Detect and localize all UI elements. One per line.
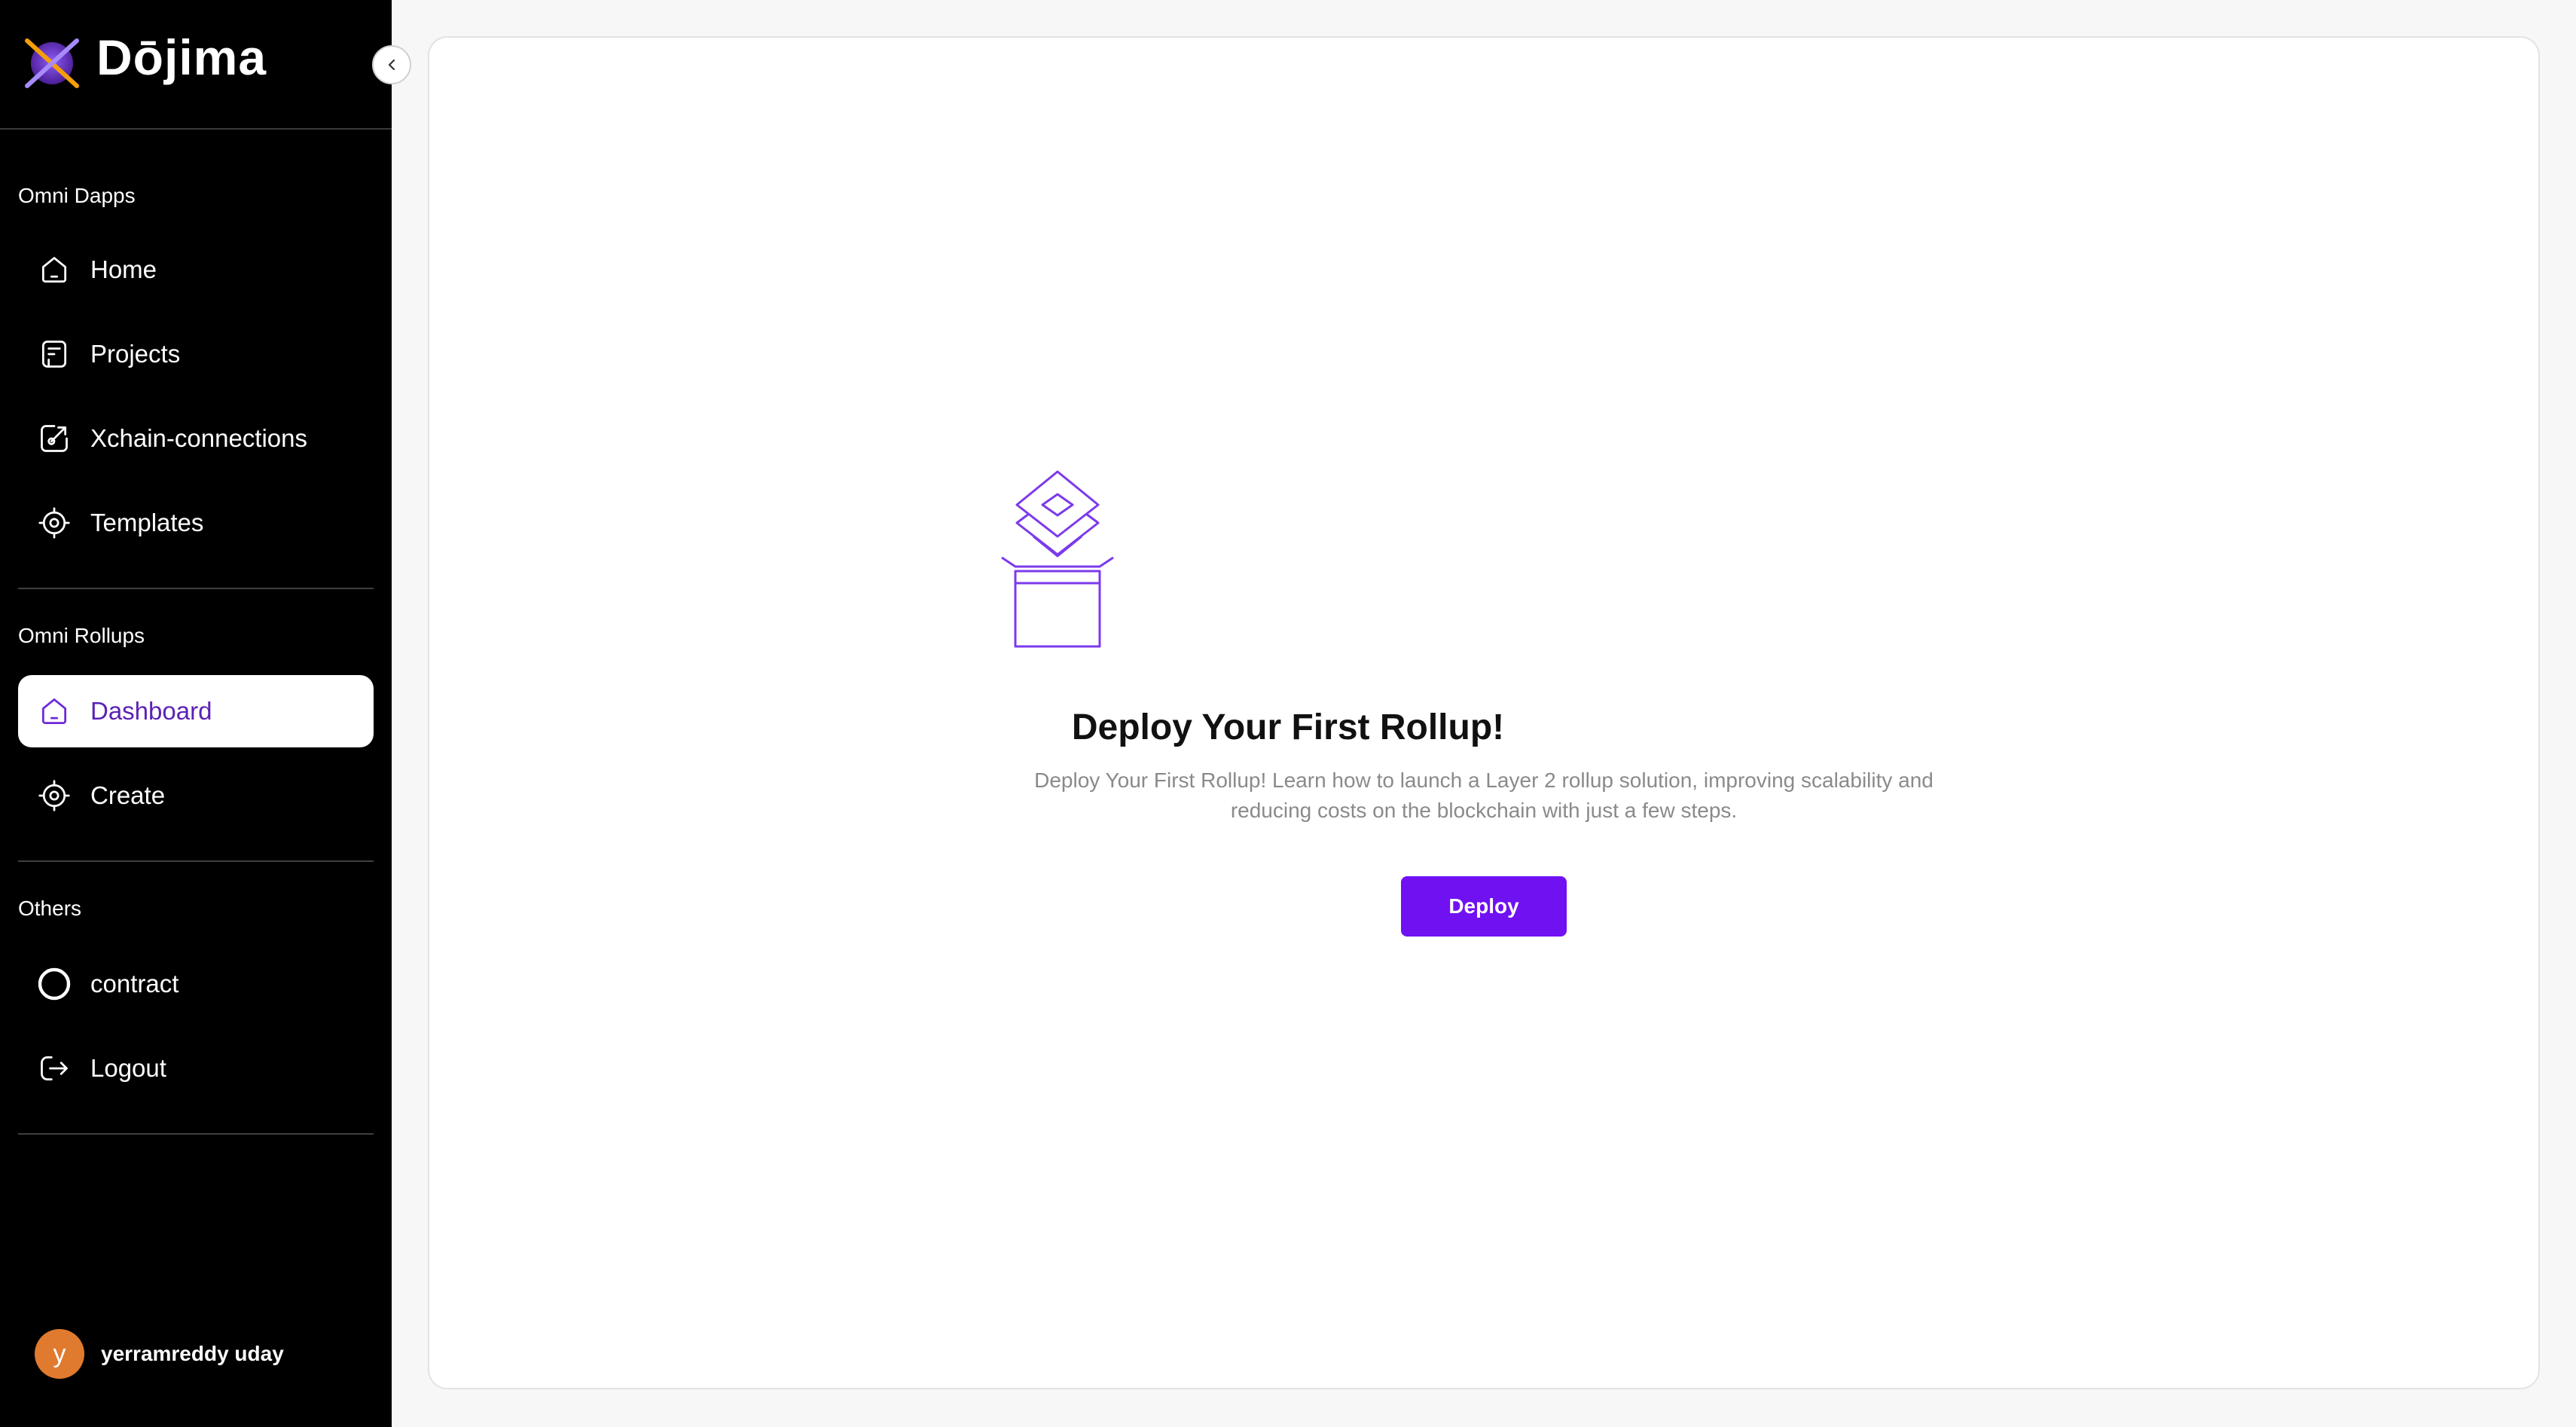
sidebar-divider <box>18 1133 374 1135</box>
brand-header: Dōjima <box>0 0 392 130</box>
empty-state-title: Deploy Your First Rollup! <box>1071 707 1505 747</box>
avatar: y <box>35 1329 84 1379</box>
rollup-box-illustration-icon <box>1001 470 1114 648</box>
sidebar-item-label: Create <box>90 781 166 809</box>
logout-icon <box>36 1050 72 1086</box>
sidebar-item-create[interactable]: Create <box>18 759 374 832</box>
section-label-omni-rollups: Omni Rollups <box>18 624 145 647</box>
sidebar-item-label: Templates <box>90 509 204 536</box>
sidebar-item-projects[interactable]: Projects <box>18 318 374 390</box>
section-label-others: Others <box>18 897 82 920</box>
sidebar-item-templates[interactable]: Templates <box>18 487 374 559</box>
sidebar-item-label: contract <box>90 970 179 998</box>
deploy-button[interactable]: Deploy <box>1401 876 1567 937</box>
sidebar-item-home[interactable]: Home <box>18 234 374 306</box>
sidebar-item-contract[interactable]: contract <box>18 948 374 1020</box>
projects-icon <box>36 336 72 372</box>
sidebar-item-logout[interactable]: Logout <box>18 1032 374 1105</box>
home-icon <box>36 252 72 288</box>
empty-state-description: Deploy Your First Rollup! Learn how to l… <box>1034 769 1934 822</box>
sidebar-item-xchain-connections[interactable]: Xchain-connections <box>18 402 374 475</box>
sidebar-divider <box>18 860 374 862</box>
circle-icon <box>36 966 72 1002</box>
sidebar-item-label: Logout <box>90 1054 166 1082</box>
user-name: yerramreddy uday <box>101 1342 284 1365</box>
sidebar-item-label: Projects <box>90 340 181 368</box>
user-profile[interactable]: y yerramreddy uday <box>35 1329 284 1379</box>
brand-name: Dōjima <box>96 29 267 85</box>
sidebar-divider <box>18 588 374 589</box>
link-edit-icon <box>36 420 72 457</box>
section-label-omni-dapps: Omni Dapps <box>18 184 136 207</box>
sidebar-item-label: Xchain-connections <box>90 424 308 452</box>
target-icon <box>36 778 72 814</box>
collapse-sidebar-button[interactable] <box>372 45 411 84</box>
chevron-left-icon <box>388 59 395 71</box>
sidebar-item-label: Home <box>90 255 157 283</box>
target-icon <box>36 505 72 541</box>
dojima-logo-icon <box>25 38 79 88</box>
